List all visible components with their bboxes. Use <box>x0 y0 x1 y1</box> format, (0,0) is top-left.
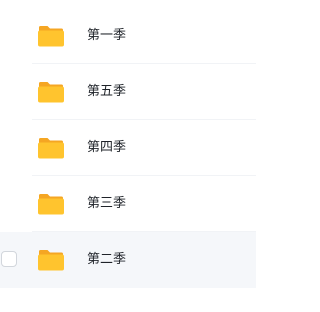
list-item-folder-4[interactable]: 第三季 <box>0 176 256 232</box>
folder-icon <box>38 26 64 47</box>
list-item-folder-3[interactable]: 第四季 <box>0 120 256 176</box>
select-checkbox[interactable] <box>1 251 17 267</box>
list-item-folder-2[interactable]: 第五季 <box>0 64 256 120</box>
list-item-folder-5[interactable]: 第二季 <box>0 232 256 288</box>
folder-name[interactable]: 第四季 <box>87 120 126 176</box>
folder-name[interactable]: 第二季 <box>87 232 126 288</box>
file-list: 第一季 第五季 第四季 第三季 第二季 <box>0 0 256 312</box>
folder-icon <box>38 250 64 271</box>
folder-name[interactable]: 第五季 <box>87 64 126 120</box>
folder-name[interactable]: 第三季 <box>87 176 126 232</box>
folder-icon <box>38 194 64 215</box>
folder-icon <box>38 138 64 159</box>
list-item-folder-1[interactable]: 第一季 <box>0 8 256 64</box>
folder-icon <box>38 82 64 103</box>
folder-name[interactable]: 第一季 <box>87 8 126 64</box>
